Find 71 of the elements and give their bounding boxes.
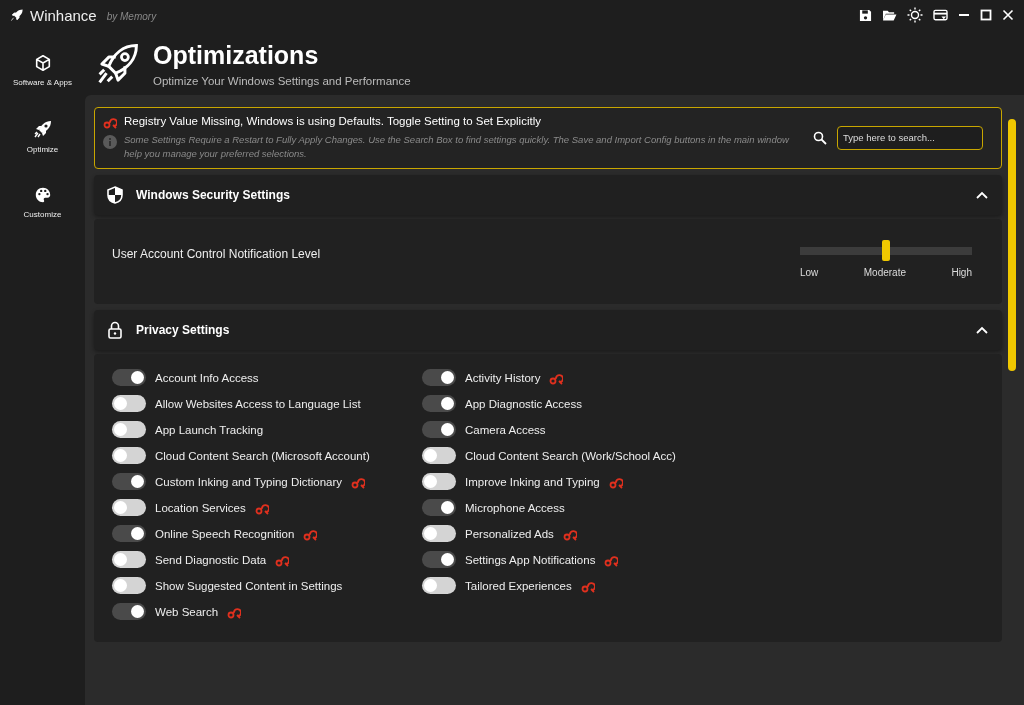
card-icon[interactable] — [933, 8, 948, 22]
warning-text: Registry Value Missing, Windows is using Defaults. Toggle Setting to Set Explicitly — [124, 115, 541, 127]
toggle-switch[interactable] — [112, 447, 146, 465]
toggle-switch[interactable] — [422, 421, 456, 439]
setting-label: Custom Inking and Typing Dictionary — [155, 475, 343, 488]
setting-label: Tailored Experiences — [465, 579, 572, 592]
setting-label: Personalized Ads — [465, 527, 554, 540]
page-title: Optimizations — [153, 40, 320, 70]
setting-label: Account Info Access — [155, 371, 259, 384]
toggle-switch[interactable] — [422, 499, 456, 517]
toggle-switch[interactable] — [422, 525, 456, 543]
tick-label: High — [951, 266, 972, 278]
toggle-switch[interactable] — [422, 447, 456, 465]
lock-icon — [107, 320, 123, 339]
setting-label: Settings App Notifications — [465, 553, 596, 566]
toggle-switch[interactable] — [422, 577, 456, 595]
scrollbar[interactable] — [1008, 119, 1016, 371]
shield-icon — [107, 185, 123, 204]
sun-icon[interactable] — [907, 7, 923, 23]
tick-label: Moderate — [863, 266, 906, 278]
setting-label: User Account Control Notification Level — [112, 245, 321, 263]
setting-label: Improve Inking and Typing — [465, 475, 600, 488]
sidebar-item[interactable]: Customize — [7, 184, 78, 221]
setting-label: Web Search — [155, 605, 219, 618]
setting-label: App Diagnostic Access — [465, 397, 582, 410]
toggle-switch[interactable] — [112, 551, 146, 569]
info-icon — [103, 135, 117, 149]
slider-thumb[interactable] — [882, 239, 890, 261]
search-icon — [813, 130, 827, 145]
toggle-switch[interactable] — [112, 525, 146, 543]
setting-label: Activity History — [465, 371, 541, 384]
setting-label: Microphone Access — [465, 501, 565, 514]
sidebar-item[interactable]: Software & Apps — [7, 52, 78, 89]
setting-label: Location Services — [155, 501, 246, 514]
section-header[interactable]: Windows Security Settings — [94, 174, 1002, 215]
toggle-switch[interactable] — [112, 499, 146, 517]
toggle-switch[interactable] — [112, 395, 146, 413]
registry-missing-icon — [103, 115, 117, 129]
setting-label: Show Suggested Content in Settings — [155, 579, 343, 592]
app-subtitle: by Memory — [106, 11, 157, 22]
toggle-switch[interactable] — [112, 421, 146, 439]
toggle-switch[interactable] — [422, 473, 456, 491]
setting-label: Cloud Content Search (Work/School Acc) — [465, 449, 676, 462]
info-text: Some Settings Require a Restart to Fully Apply Changes. Use the Search Box to find settings quickly. The Save and Import Config buttons in the main window help you manage your preferred selections. — [124, 133, 790, 161]
rocket-icon — [32, 119, 53, 139]
toggle-switch[interactable] — [112, 369, 146, 387]
folder-icon[interactable] — [882, 8, 897, 22]
save-icon[interactable] — [859, 8, 872, 22]
cube-icon — [33, 54, 52, 72]
setting-label: Camera Access — [465, 423, 546, 436]
page-subtitle: Optimize Your Windows Settings and Performance — [153, 74, 411, 87]
tick-label: Low — [800, 266, 819, 278]
toggle-switch[interactable] — [112, 603, 146, 621]
setting-label: Cloud Content Search (Microsoft Account) — [155, 449, 370, 462]
toggle-switch[interactable] — [112, 473, 146, 491]
section-header[interactable]: Privacy Settings — [94, 309, 1002, 350]
setting-label: Online Speech Recognition — [155, 527, 295, 540]
setting-label: Allow Websites Access to Language List — [155, 397, 361, 410]
palette-icon — [33, 186, 52, 204]
setting-label: Send Diagnostic Data — [155, 553, 267, 566]
maximize-icon[interactable] — [980, 9, 992, 21]
app-title: Winhance — [30, 6, 97, 24]
toggle-switch[interactable] — [422, 551, 456, 569]
search-field[interactable]: Type here to search... — [837, 125, 983, 150]
setting-label: App Launch Tracking — [155, 423, 264, 436]
toggle-switch[interactable] — [422, 395, 456, 413]
rocket-icon — [10, 8, 24, 22]
toggle-switch[interactable] — [112, 577, 146, 595]
toggle-switch[interactable] — [422, 369, 456, 387]
close-icon[interactable] — [1002, 9, 1014, 21]
sidebar-item[interactable]: Optimize — [7, 117, 78, 156]
